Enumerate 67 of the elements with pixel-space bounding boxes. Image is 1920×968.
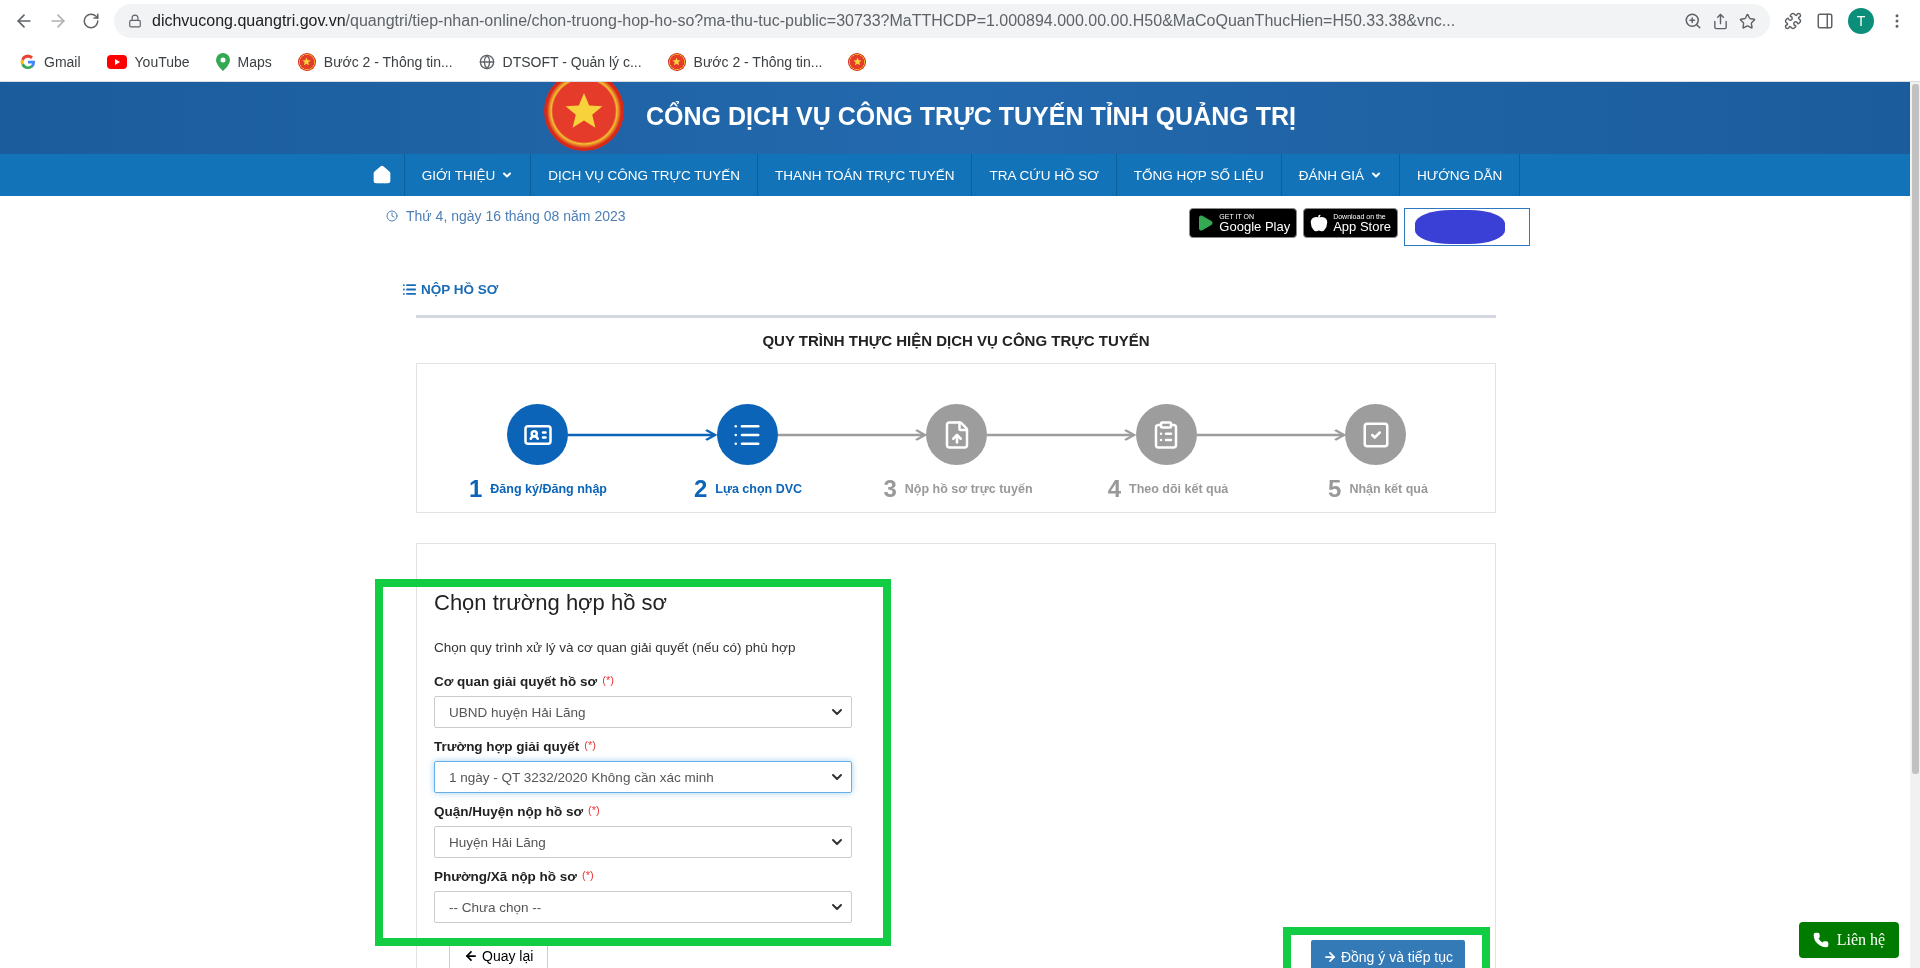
- address-bar[interactable]: dichvucong.quangtri.gov.vn/quangtri/tiep-nhan-online/chon-truong-hop-ho-so?ma-thu-tuc-public=30733?MaTTHCDP=1.000894.000.00.00.H50&MaCoQuanThucHien=H50.33.38&vnc...: [114, 4, 1770, 38]
- field-label: Quận/Huyện nộp hồ sơ: [434, 804, 584, 819]
- select-field[interactable]: UBND huyện Hải Lăng: [434, 696, 852, 728]
- step-number: 2: [693, 475, 708, 503]
- bookmark[interactable]: Maps: [215, 52, 272, 71]
- phone-icon: [1812, 932, 1829, 948]
- field-label: Cơ quan giải quyết hồ sơ: [434, 674, 598, 689]
- form-title: Chọn trường hợp hồ sơ: [434, 590, 668, 616]
- nav-item[interactable]: GIỚI THIỆU: [404, 154, 532, 196]
- arrow-right-icon: [1322, 950, 1337, 964]
- form-subtitle: Chọn quy trình xử lý và cơ quan giải quyết (nếu có) phù hợp: [434, 640, 797, 655]
- step-label: Nộp hồ sơ trực tuyến: [904, 482, 1033, 496]
- step-label: Lựa chọn DVC: [715, 482, 803, 496]
- nav-item[interactable]: THANH TOÁN TRỰC TUYẾN: [758, 154, 973, 196]
- list-icon: [402, 282, 417, 297]
- side-panel-icon[interactable]: [1816, 12, 1834, 30]
- scrollbar[interactable]: [1910, 82, 1920, 968]
- step-number: 1: [468, 475, 483, 503]
- g-logo-icon: [20, 53, 36, 70]
- required-mark: (*): [602, 674, 614, 688]
- contact-button[interactable]: Liên hệ: [1799, 922, 1899, 958]
- select-field[interactable]: 1 ngày - QT 3232/2020 Không cần xác minh: [434, 761, 852, 793]
- share-icon[interactable]: [1712, 12, 1729, 30]
- select-field[interactable]: Huyện Hải Lăng: [434, 826, 852, 858]
- profile-avatar[interactable]: T: [1848, 8, 1874, 34]
- nav-item[interactable]: HƯỚNG DẪN: [1399, 154, 1521, 196]
- globe-icon: [478, 53, 495, 70]
- puzzle-icon[interactable]: [1784, 12, 1802, 30]
- portal-title: CỔNG DỊCH VỤ CÔNG TRỰC TUYẾN TỈNH QUẢNG TRỊ: [646, 102, 1296, 131]
- step-number: 4: [1107, 475, 1121, 503]
- select-field[interactable]: -- Chưa chọn --: [434, 891, 852, 923]
- section-title: NỘP HỒ SƠ: [380, 270, 1530, 315]
- play-icon: [1196, 214, 1215, 232]
- play-logo-icon: [106, 54, 127, 69]
- apple-icon: [1310, 214, 1329, 232]
- lock-icon: [128, 14, 142, 28]
- bookmark[interactable]: Bước 2 - Thông tin...: [297, 52, 453, 71]
- url-text: dichvucong.quangtri.gov.vn/quangtri/tiep-nhan-online/chon-truong-hop-ho-so?ma-thu-tuc-public=30733?MaTTHCDP=1.000894.000.00.00.H50&MaCoQuanThucHien=H50.33.38&vnc...: [152, 12, 1456, 30]
- step-number: 5: [1328, 475, 1342, 503]
- map-pin-icon: [215, 52, 230, 71]
- nav-item[interactable]: ĐÁNH GIÁ: [1281, 154, 1400, 196]
- current-date: Thứ 4, ngày 16 tháng 08 năm 2023: [386, 208, 626, 224]
- reload-icon[interactable]: [82, 12, 100, 30]
- bookmark[interactable]: YouTube: [106, 53, 190, 70]
- required-mark: (*): [588, 804, 600, 818]
- step-label: Nhận kết quả: [1349, 482, 1428, 496]
- zoom-icon[interactable]: [1684, 12, 1702, 30]
- nav-item[interactable]: TỔNG HỢP SỐ LIỆU: [1116, 154, 1282, 196]
- bookmark[interactable]: Gmail: [20, 53, 81, 70]
- step-label: Theo dõi kết quả: [1129, 482, 1229, 496]
- emblem-icon: [297, 52, 316, 71]
- bookmark[interactable]: Bước 2 - Thông tin...: [667, 52, 823, 71]
- process-title: QUY TRÌNH THỰC HIỆN DỊCH VỤ CÔNG TRỰC TUYẾN: [761, 331, 1151, 351]
- continue-button[interactable]: Đồng ý và tiếp tục: [1310, 940, 1465, 968]
- required-mark: (*): [584, 739, 596, 753]
- step-label: Đăng ký/Đăng nhập: [490, 482, 607, 496]
- step-number: 3: [883, 475, 897, 503]
- field-label: Phường/Xã nộp hồ sơ: [434, 869, 577, 884]
- field-label: Trường hợp giải quyết: [434, 739, 580, 754]
- bookmark[interactable]: DTSOFT - Quản lý c...: [478, 53, 642, 70]
- required-mark: (*): [582, 869, 594, 883]
- nav-item[interactable]: DỊCH VỤ CÔNG TRỰC TUYẾN: [531, 154, 759, 196]
- star-icon[interactable]: [1739, 12, 1756, 30]
- clock-icon: [386, 210, 398, 222]
- nav-item[interactable]: TRA CỨU HỒ SƠ: [972, 154, 1117, 196]
- emblem-icon: [848, 52, 867, 71]
- emblem-icon: [667, 52, 686, 71]
